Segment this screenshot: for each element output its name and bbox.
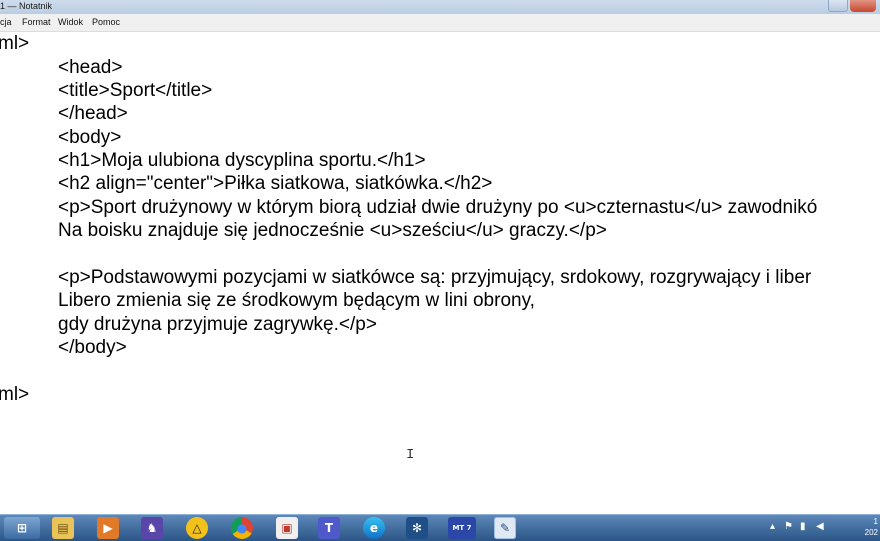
editor-line-7: <h2 align="center">Piłka siatkowa, siatk… (58, 173, 493, 194)
flag-icon[interactable]: ⚑ (784, 521, 793, 532)
maximize-button[interactable] (828, 0, 848, 12)
editor-line-11: <p>Podstawowymi pozycjami w siatkówce są… (58, 267, 812, 288)
editor-line-9: Na boisku znajduje się jednocześnie <u>s… (58, 220, 607, 241)
editor-line-6: <h1>Moja ulubiona dyscyplina sportu.</h1… (58, 150, 426, 171)
close-button[interactable] (850, 0, 876, 12)
editor-line-3: <title>Sport</title> (58, 80, 213, 101)
title-bar[interactable]: 1 — Notatnik (0, 0, 880, 14)
media-player-icon[interactable]: ▶ (97, 517, 119, 539)
window-title: 1 — Notatnik (0, 1, 53, 11)
clock-time: 1 (873, 517, 878, 526)
snowflake-app-icon[interactable]: ✻ (406, 517, 428, 539)
menu-view[interactable]: Widok (58, 16, 83, 28)
menu-format[interactable]: Format (22, 16, 51, 28)
network-icon[interactable]: ▮ (800, 521, 806, 532)
editor-line-16: ml> (0, 384, 30, 405)
editor-line-12: Libero zmienia się ze środkowym będącym … (58, 290, 535, 311)
teams-icon[interactable]: T (318, 517, 340, 539)
menu-help[interactable]: Pomoc (92, 16, 120, 28)
editor-line-2: <head> (58, 57, 123, 78)
editor-line-5: <body> (58, 127, 122, 148)
editor-line-8: <p>Sport drużynowy w którym biorą udział… (58, 197, 818, 218)
clock-date: 202 (864, 528, 878, 537)
editor-line-14: </body> (58, 337, 127, 358)
editor-line-13: gdy drużyna przyjmuje zagrywkę.</p> (58, 314, 377, 335)
system-tray: ▴ ⚑ ▮ ◀ 1 202 (770, 515, 880, 541)
clock[interactable]: 1 202 (865, 516, 878, 538)
volume-icon[interactable]: ◀ (816, 521, 824, 532)
text-editor[interactable]: ml> <head> <title>Sport</title> </head> … (0, 32, 880, 514)
menu-edit[interactable]: cja (0, 16, 12, 28)
warning-app-icon[interactable]: △ (186, 517, 208, 539)
editor-line-1: ml> (0, 33, 30, 54)
edge-icon[interactable]: e (363, 517, 385, 539)
chrome-icon[interactable]: ● (231, 517, 253, 539)
wizard-icon[interactable]: ♞ (141, 517, 163, 539)
tray-expand-icon[interactable]: ▴ (770, 521, 775, 532)
mt7-icon[interactable]: MT 7 (448, 517, 476, 539)
file-explorer-icon[interactable]: ▤ (52, 517, 74, 539)
text-cursor-icon: I (406, 447, 415, 463)
notepad-icon[interactable]: ✎ (494, 517, 516, 539)
editor-line-4: </head> (58, 103, 128, 124)
taskbar: ⊞ ▤ ▶ ♞ △ ● ▣ T e ✻ MT 7 ✎ ▴ ⚑ ▮ ◀ 1 202 (0, 514, 880, 541)
menu-bar: cja Format Widok Pomoc (0, 14, 880, 32)
app-icon[interactable]: ▣ (276, 517, 298, 539)
start-orb-icon[interactable]: ⊞ (4, 517, 40, 539)
